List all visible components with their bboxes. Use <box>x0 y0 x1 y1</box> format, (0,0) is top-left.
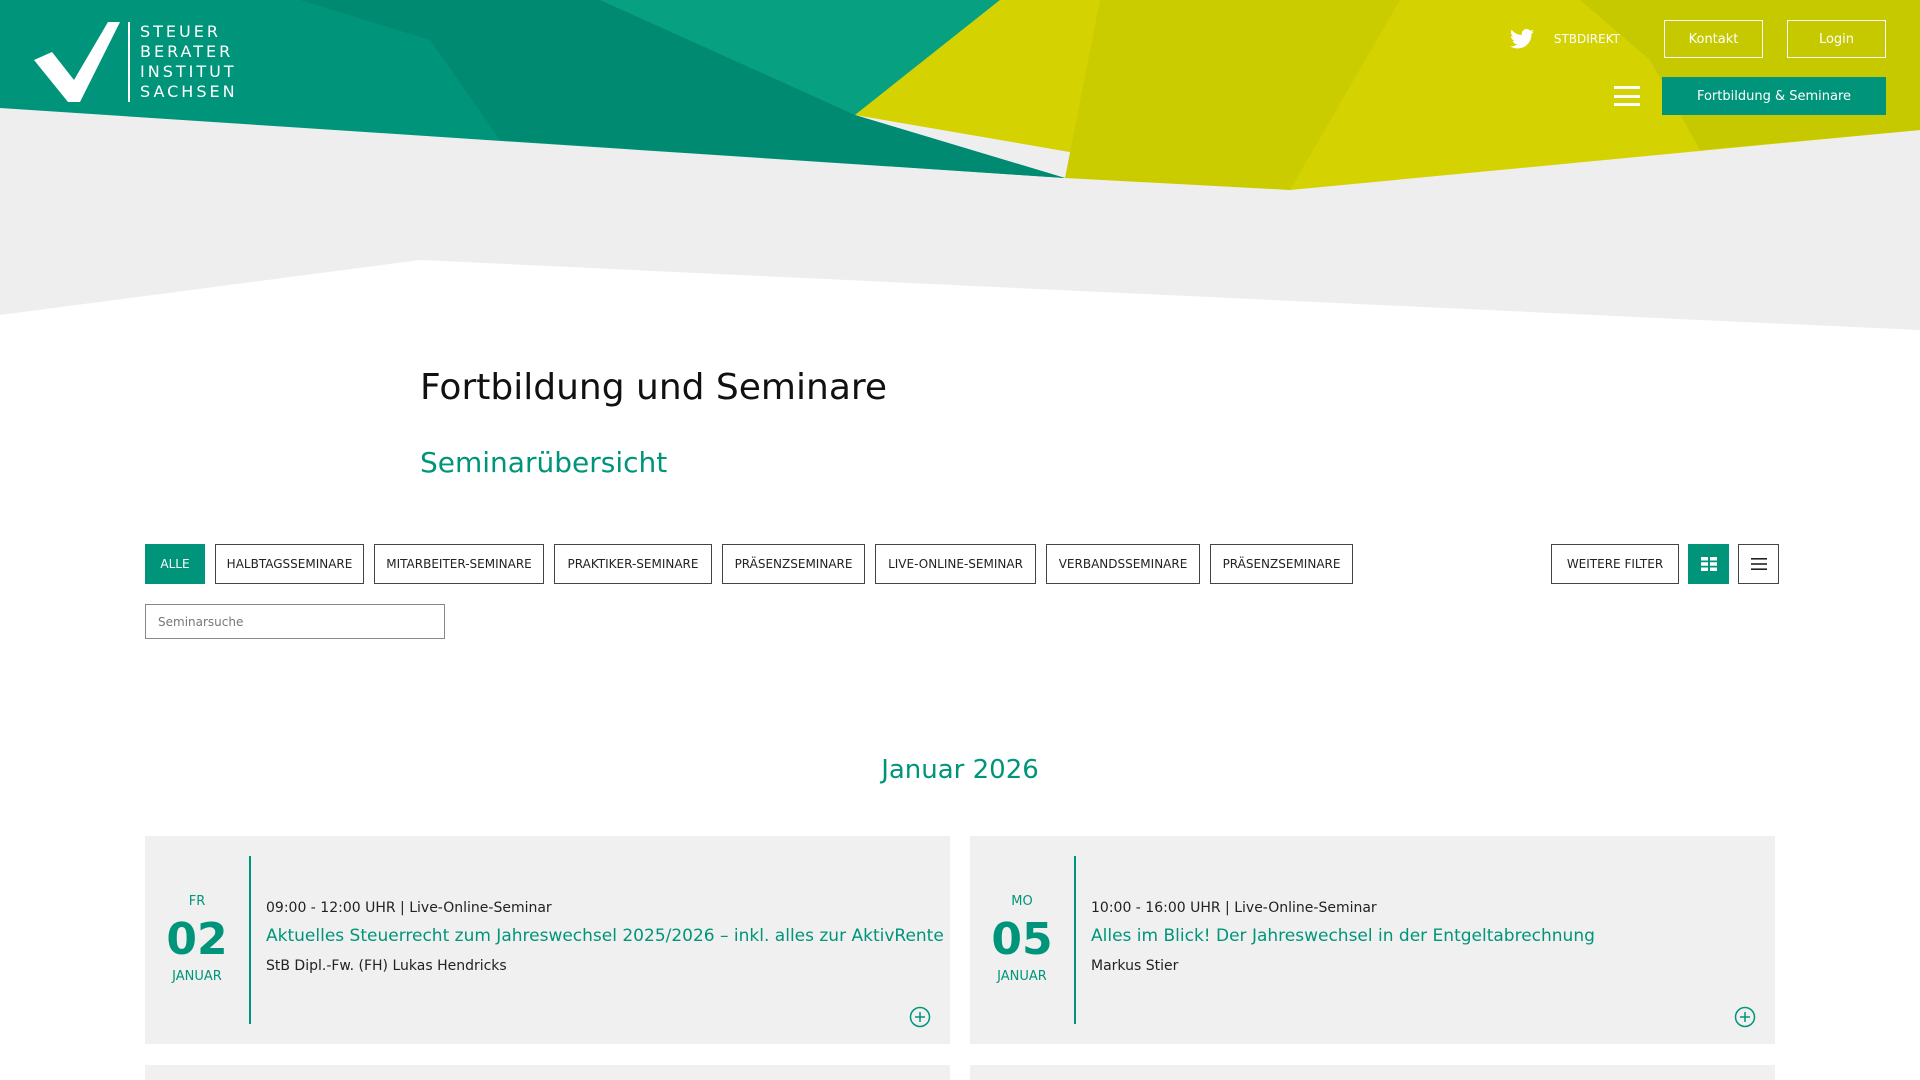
seminar-weekday: FR <box>188 894 206 909</box>
institute-logo[interactable]: STEUER BERATER INSTITUT SACHSEN <box>34 22 238 102</box>
month-heading: Januar 2026 <box>881 755 1039 785</box>
twitter-icon[interactable] <box>1509 29 1534 49</box>
seminar-day: 02 <box>166 914 228 965</box>
filter-live-online-seminar[interactable]: LIVE-ONLINE-SEMINAR <box>875 544 1036 584</box>
logo-line-1: STEUER <box>140 22 221 41</box>
fortbildung-seminare-button[interactable]: Fortbildung & Seminare <box>1662 77 1886 115</box>
filter-verbandsseminare[interactable]: VERBANDSSEMINARE <box>1046 544 1200 584</box>
seminar-card-partial[interactable] <box>970 1065 1775 1080</box>
filter-alle[interactable]: ALLE <box>145 544 205 584</box>
logo-line-2: BERATER <box>140 42 234 61</box>
seminar-search-input[interactable] <box>145 604 445 639</box>
top-navigation: STBDIREKT Kontakt Login <box>1509 20 1886 58</box>
filter-halbtagsseminare[interactable]: HALBTAGSSEMINARE <box>215 544 364 584</box>
view-tools: WEITERE FILTER <box>1551 544 1779 584</box>
filter-praktiker-seminare[interactable]: PRAKTIKER-SEMINARE <box>554 544 712 584</box>
seminar-time: 10:00 - 16:00 UHR | Live-Online-Seminar <box>1091 900 1377 916</box>
filter-mitarbeiter-seminare[interactable]: MITARBEITER-SEMINARE <box>374 544 544 584</box>
seminar-details: 10:00 - 16:00 UHR | Live-Online-Seminar … <box>1091 900 1755 974</box>
seminar-speaker: Markus Stier <box>1091 958 1179 974</box>
hamburger-bar <box>1614 103 1640 106</box>
expand-plus-icon[interactable] <box>909 1006 931 1028</box>
seminar-title-link[interactable]: Aktuelles Steuerrecht zum Jahreswechsel … <box>266 926 944 946</box>
grid-view-icon <box>1700 557 1717 571</box>
secondary-navigation: Fortbildung & Seminare <box>1614 77 1886 115</box>
seminar-month: JANUAR <box>997 969 1047 984</box>
seminar-card[interactable]: FR 02 JANUAR 09:00 - 12:00 UHR | Live-On… <box>145 836 950 1044</box>
logo-line-4: SACHSEN <box>140 82 238 101</box>
seminar-card-partial[interactable] <box>145 1065 950 1080</box>
seminar-month: JANUAR <box>172 969 222 984</box>
hamburger-menu-icon[interactable] <box>1614 83 1640 109</box>
hamburger-bar <box>1614 86 1640 89</box>
stbdirekt-link[interactable]: STBDIREKT <box>1554 32 1620 46</box>
seminar-date: FR 02 JANUAR <box>145 836 249 1044</box>
page-subtitle: Seminarübersicht <box>420 446 668 479</box>
seminar-card[interactable]: MO 05 JANUAR 10:00 - 16:00 UHR | Live-On… <box>970 836 1775 1044</box>
kontakt-button[interactable]: Kontakt <box>1664 20 1763 58</box>
page-title: Fortbildung und Seminare <box>420 367 888 408</box>
expand-plus-icon[interactable] <box>1734 1006 1756 1028</box>
filter-praesenzseminare[interactable]: PRÄSENZSEMINARE <box>722 544 865 584</box>
category-filters: ALLE HALBTAGSSEMINARE MITARBEITER-SEMINA… <box>145 544 1363 584</box>
seminar-weekday: MO <box>1011 894 1033 909</box>
seminar-details: 09:00 - 12:00 UHR | Live-Online-Seminar … <box>266 900 944 974</box>
seminar-time: 09:00 - 12:00 UHR | Live-Online-Seminar <box>266 900 552 916</box>
card-divider <box>1074 856 1076 1024</box>
seminar-title-link[interactable]: Alles im Blick! Der Jahreswechsel in der… <box>1091 926 1755 946</box>
seminar-date: MO 05 JANUAR <box>970 836 1074 1044</box>
list-view-icon <box>1750 558 1767 570</box>
seminar-day: 05 <box>991 914 1053 965</box>
card-divider <box>249 856 251 1024</box>
filter-praesenzseminare-2[interactable]: PRÄSENZSEMINARE <box>1210 544 1353 584</box>
login-button[interactable]: Login <box>1787 20 1886 58</box>
hamburger-bar <box>1614 94 1640 98</box>
logo-divider <box>128 22 130 102</box>
logo-line-3: INSTITUT <box>140 62 237 81</box>
logo-text: STEUER BERATER INSTITUT SACHSEN <box>140 22 238 102</box>
seminar-speaker: StB Dipl.-Fw. (FH) Lukas Hendricks <box>266 958 507 974</box>
weitere-filter-button[interactable]: WEITERE FILTER <box>1551 544 1679 584</box>
grid-view-button[interactable] <box>1688 544 1729 584</box>
list-view-button[interactable] <box>1738 544 1779 584</box>
checkmark-logo-icon <box>34 22 120 102</box>
